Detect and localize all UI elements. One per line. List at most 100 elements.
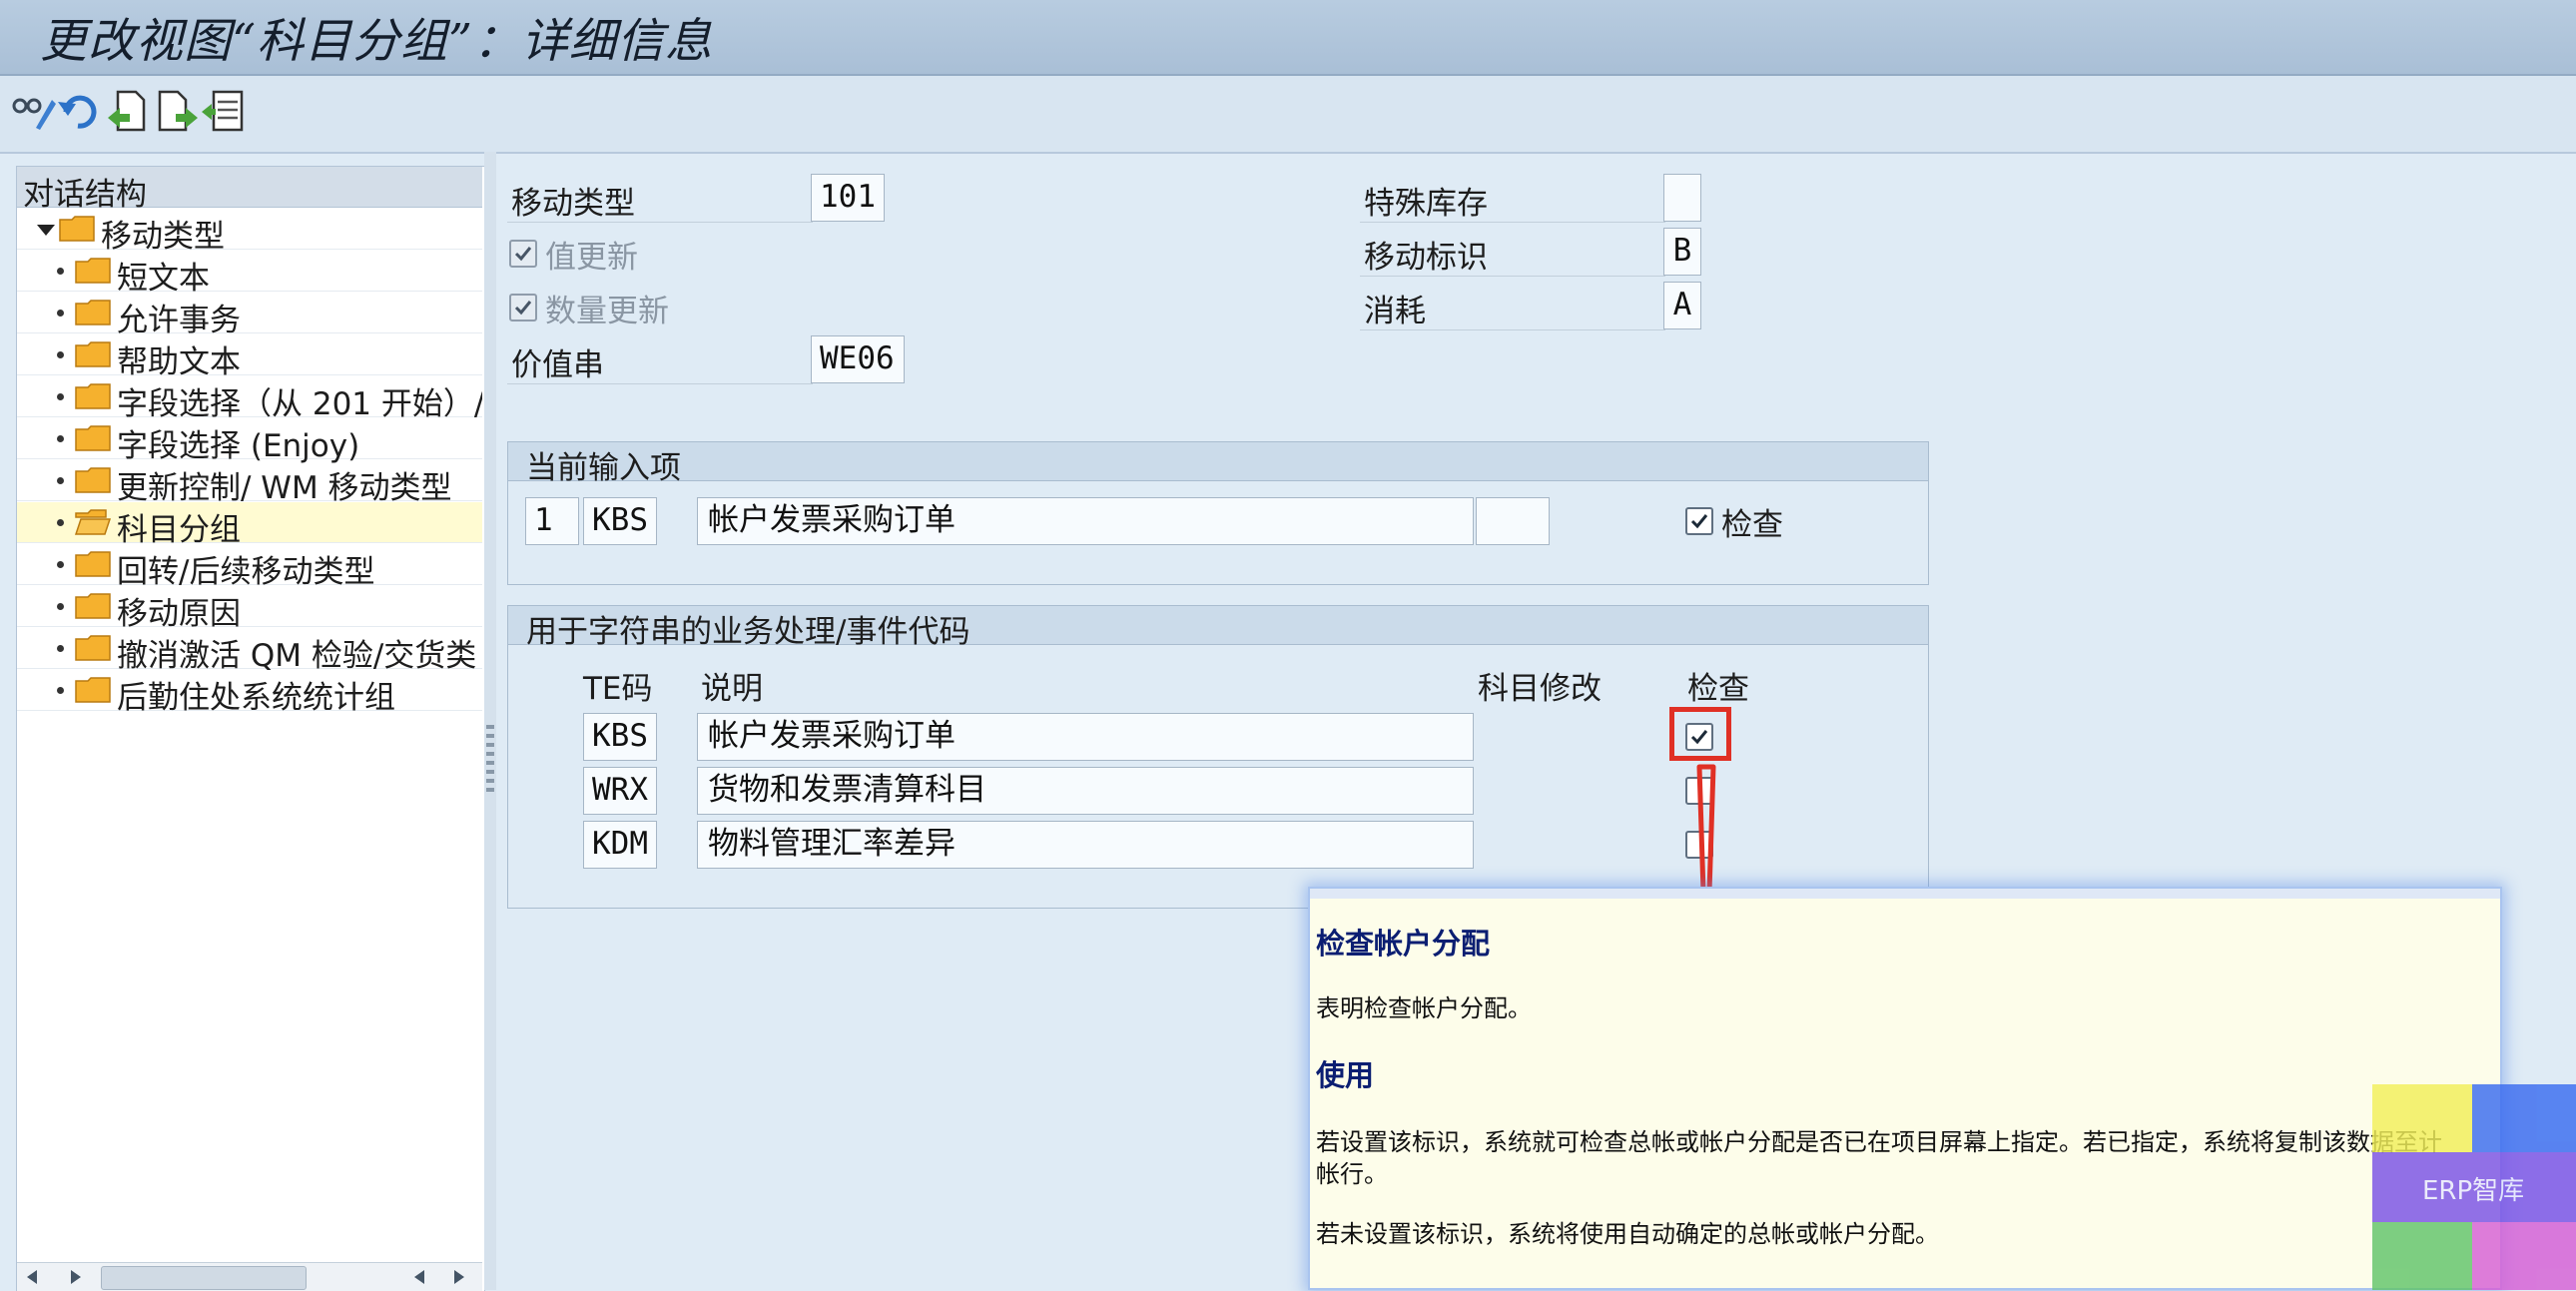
tree-item[interactable]: 帮助文本 [17, 334, 482, 380]
label-underline [1360, 329, 1665, 330]
expand-triangle-icon[interactable] [37, 225, 55, 236]
tree-item[interactable]: 短文本 [17, 251, 482, 297]
tree-item[interactable]: 后勤住处系统统计组 [17, 670, 482, 716]
watermark-tile [2472, 1084, 2576, 1152]
tree-item[interactable]: 回转/后续移动类型 [17, 544, 482, 590]
bullet-icon [57, 687, 64, 694]
tree-item[interactable]: 更新控制/ WM 移动类型 [17, 460, 482, 506]
dialog-structure-header: 对话结构 [17, 167, 482, 213]
value-update-checkbox [509, 240, 537, 268]
tree-item-selected[interactable]: 科目分组 [17, 502, 482, 548]
open-folder-icon [75, 509, 111, 535]
folder-icon [75, 341, 111, 367]
col-check: 检查 [1687, 671, 1749, 707]
qty-update-checkbox [509, 294, 537, 322]
select-block-icon[interactable] [200, 88, 246, 134]
help-text: 帐行。 [1316, 1160, 1388, 1188]
popup-top-strip [1310, 889, 2500, 899]
tree-horizontal-scrollbar[interactable] [17, 1262, 482, 1291]
tree-node-movement-type[interactable]: 移动类型 [17, 209, 482, 255]
current-entry-number[interactable]: 1 [525, 497, 579, 545]
special-stock-field[interactable] [1663, 174, 1701, 222]
bullet-icon [57, 603, 64, 610]
movement-type-label: 移动类型 [511, 186, 635, 222]
watermark-tile [2472, 1222, 2576, 1290]
folder-icon [75, 677, 111, 703]
tree-item[interactable]: 字段选择（从 201 开始）/ [17, 376, 482, 422]
check-highlight-box [1669, 707, 1731, 761]
scroll-left-icon[interactable] [25, 1269, 39, 1285]
event-description-field[interactable]: 帐户发票采购订单 [697, 713, 1474, 761]
value-update-label: 值更新 [545, 240, 638, 276]
consumption-label: 消耗 [1364, 294, 1426, 329]
scroll-left-icon[interactable] [412, 1269, 426, 1285]
folder-icon [75, 635, 111, 661]
event-description-field[interactable]: 货物和发票清算科目 [697, 767, 1474, 815]
help-popup: 检查帐户分配 表明检查帐户分配。 使用 若设置该标识，系统就可检查总帐或帐户分配… [1308, 887, 2502, 1290]
label-underline [1360, 222, 1665, 223]
folder-icon [75, 258, 111, 284]
next-entry-icon[interactable] [154, 88, 200, 134]
current-entry-group-header: 当前输入项 [508, 442, 1928, 486]
movement-indicator-label: 移动标识 [1364, 240, 1488, 276]
current-entry-description[interactable]: 帐户发票采购订单 [697, 497, 1474, 545]
current-entry-extra-field[interactable] [1476, 497, 1550, 545]
glasses-pencil-icon[interactable] [10, 88, 56, 134]
page-title: 更改视图“科目分组”：详细信息 [40, 14, 714, 69]
tree-item[interactable]: 字段选择 (Enjoy) [17, 418, 482, 464]
tree-item[interactable]: 允许事务 [17, 293, 482, 338]
folder-icon [75, 300, 111, 325]
title-bar: 更改视图“科目分组”：详细信息 [0, 0, 2576, 76]
help-heading: 使用 [1316, 1058, 1375, 1092]
splitter-grip[interactable] [486, 725, 494, 795]
qty-update-label: 数量更新 [545, 294, 669, 329]
scroll-right-icon[interactable] [452, 1269, 466, 1285]
folder-icon [75, 593, 111, 619]
value-string-field[interactable]: WE06 [811, 335, 905, 383]
current-entry-code[interactable]: KBS [583, 497, 657, 545]
col-description: 说明 [701, 671, 763, 707]
previous-entry-icon[interactable] [104, 88, 150, 134]
col-account-modify: 科目修改 [1478, 671, 1602, 707]
panel-splitter[interactable] [484, 152, 496, 1290]
bullet-icon [57, 310, 64, 317]
event-description-field[interactable]: 物料管理汇率差异 [697, 821, 1474, 869]
tree-item[interactable]: 移动原因 [17, 586, 482, 632]
folder-icon [75, 551, 111, 577]
help-text: 表明检查帐户分配。 [1316, 994, 1532, 1022]
folder-icon [75, 425, 111, 451]
label-underline [507, 222, 813, 223]
bullet-icon [57, 477, 64, 484]
folder-icon [75, 383, 111, 409]
folder-icon [59, 216, 95, 242]
bullet-icon [57, 519, 64, 526]
scroll-thumb[interactable] [101, 1266, 307, 1290]
event-codes-group-header: 用于字符串的业务处理/事件代码 [508, 606, 1928, 650]
scroll-right-icon[interactable] [69, 1269, 83, 1285]
label-underline [507, 383, 813, 384]
erp-watermark-logo: ERP智库 [2372, 1084, 2576, 1290]
watermark-tile [2372, 1084, 2472, 1152]
current-entry-check-label: 检查 [1721, 507, 1783, 543]
bullet-icon [57, 268, 64, 275]
help-heading: 检查帐户分配 [1316, 927, 1491, 961]
event-code-field[interactable]: WRX [583, 767, 657, 815]
movement-indicator-field[interactable]: B [1663, 228, 1701, 276]
help-text: 若未设置该标识，系统将使用自动确定的总帐或帐户分配。 [1316, 1220, 1939, 1248]
tree-item[interactable]: 撤消激活 QM 检验/交货类 [17, 628, 482, 674]
bullet-icon [57, 351, 64, 358]
event-code-field[interactable]: KBS [583, 713, 657, 761]
bullet-icon [57, 561, 64, 568]
consumption-field[interactable]: A [1663, 282, 1701, 329]
current-entry-check-checkbox[interactable] [1685, 507, 1713, 535]
undo-icon[interactable] [56, 88, 102, 134]
watermark-text: ERP智库 [2422, 1176, 2525, 1206]
application-toolbar [0, 76, 2576, 154]
bullet-icon [57, 645, 64, 652]
folder-icon [75, 467, 111, 493]
event-code-field[interactable]: KDM [583, 821, 657, 869]
movement-type-field[interactable]: 101 [811, 174, 885, 222]
value-string-label: 价值串 [511, 347, 604, 383]
special-stock-label: 特殊库存 [1364, 186, 1488, 222]
watermark-tile [2372, 1222, 2472, 1290]
